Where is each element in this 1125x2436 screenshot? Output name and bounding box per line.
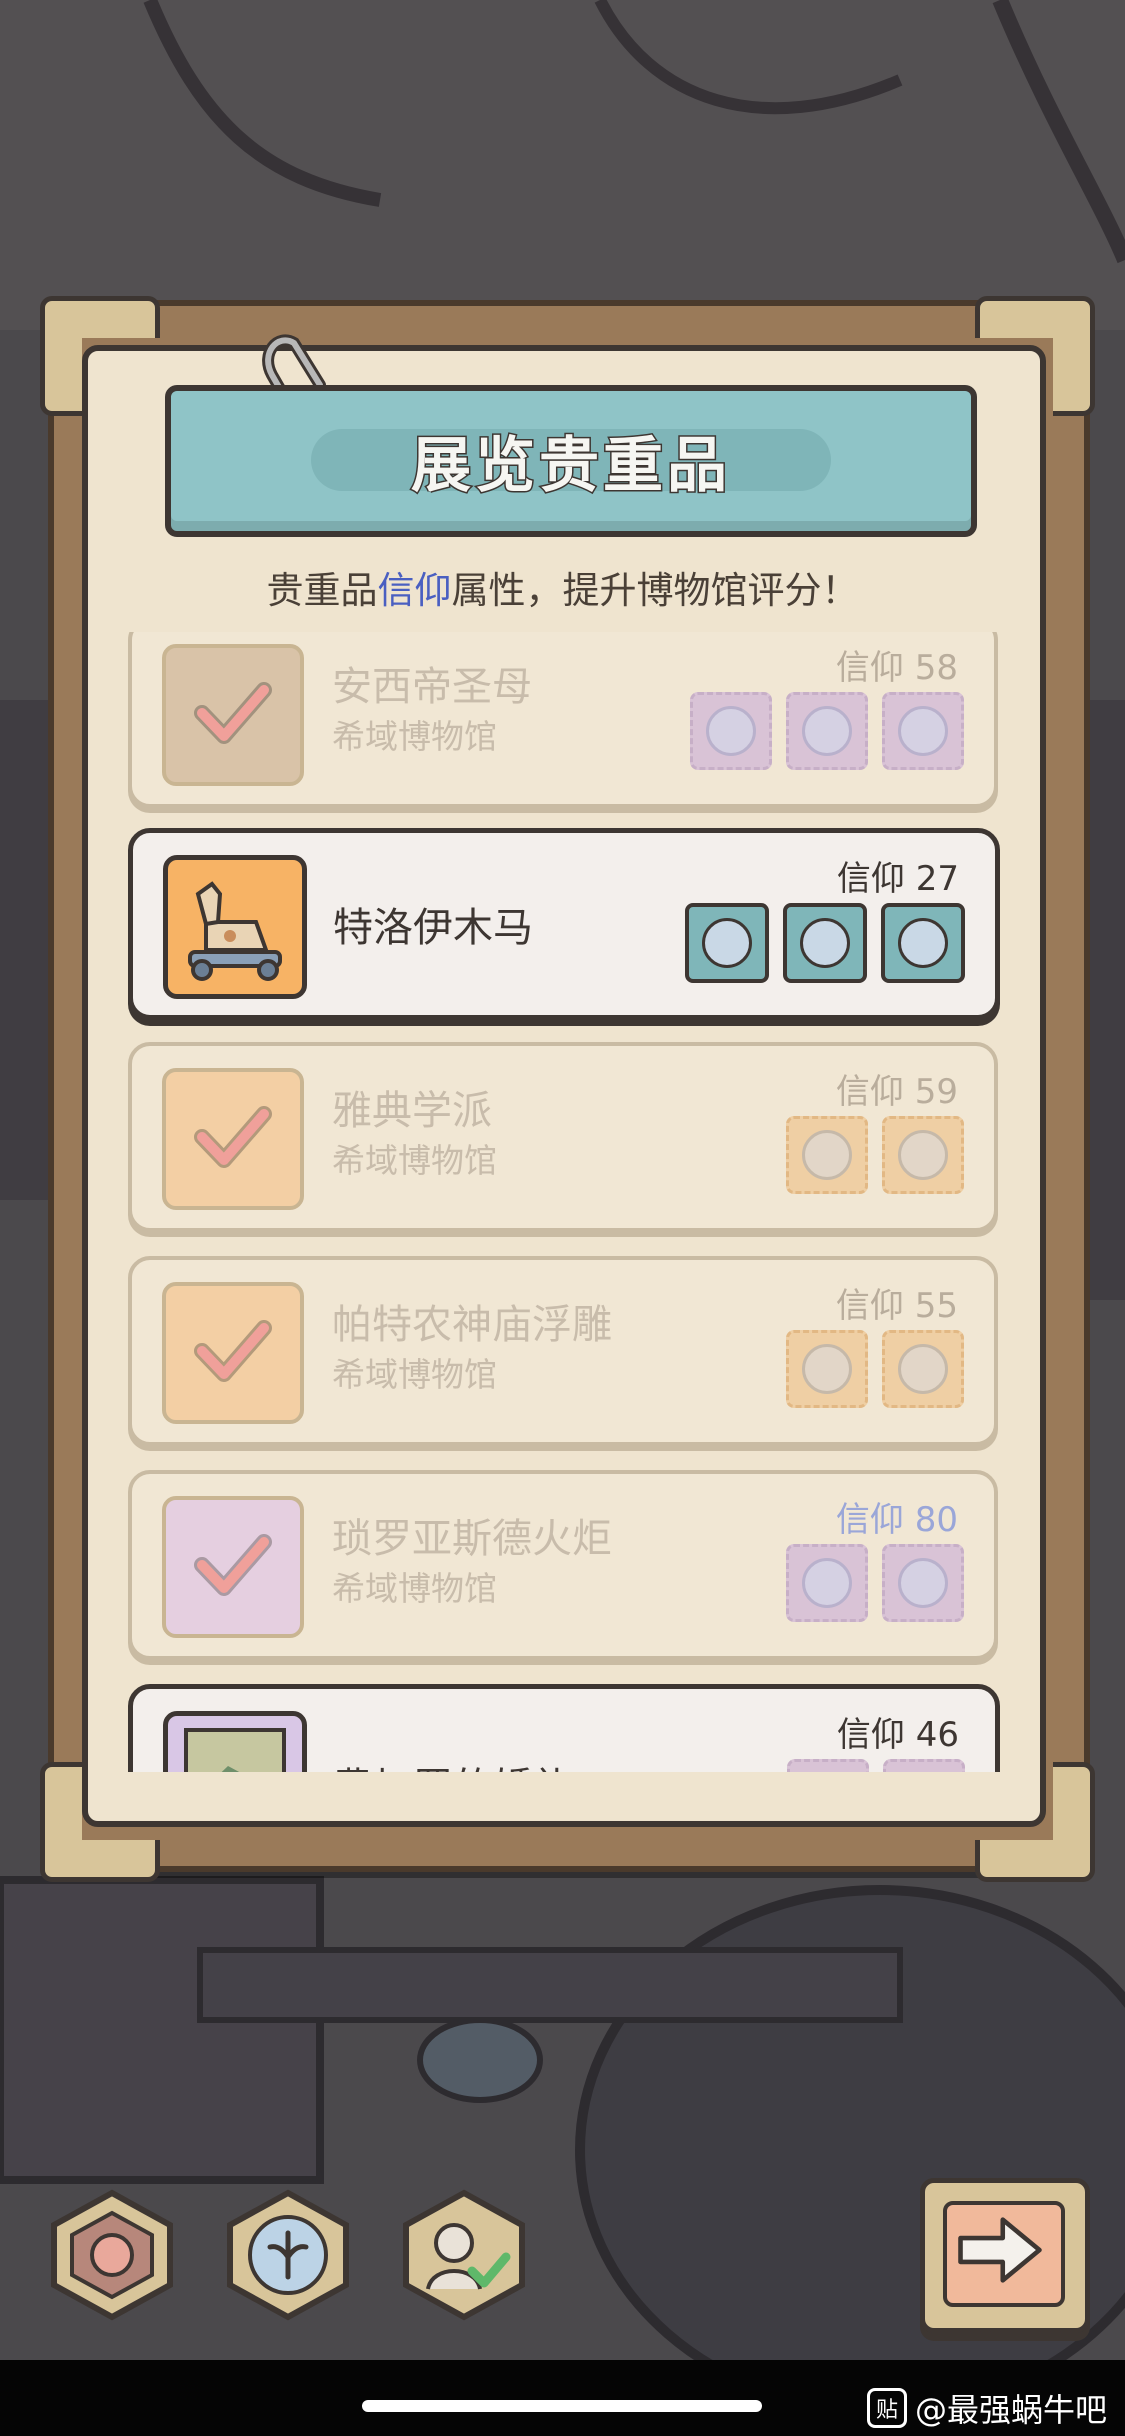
check-icon (194, 1106, 272, 1168)
faith-badge-icon (787, 1759, 869, 1772)
exhibit-name: 费加罗的婚礼 (333, 1755, 573, 1772)
subtitle-highlight: 信仰 (377, 569, 452, 612)
exhibit-name: 琐罗亚斯德火炬 (332, 1516, 612, 1562)
faith-badge-icon (883, 1759, 965, 1772)
exhibit-thumbnail (162, 644, 304, 786)
trojan-horse-icon (188, 881, 282, 981)
faith-badge-icon (786, 1544, 868, 1622)
exhibit-card[interactable]: 雅典学派 希域博物馆 信仰 59 (128, 1042, 998, 1232)
exhibit-card[interactable]: 费加罗的婚礼 信仰 46 (128, 1684, 1000, 1772)
faith-badge-icon (786, 1116, 868, 1194)
exhibit-name: 雅典学派 (332, 1088, 492, 1134)
title-banner: 展览贵重品 (165, 385, 977, 537)
exhibit-card[interactable]: 帕特农神庙浮雕 希域博物馆 信仰 55 (128, 1256, 998, 1446)
home-indicator[interactable] (362, 2400, 762, 2412)
exhibit-list[interactable]: 安西帝圣母 希域博物馆 信仰 58 特洛伊木马 信仰 27 雅典学派 希域博物馆… (118, 632, 1018, 1772)
exhibit-faith: 信仰 27 (836, 859, 959, 899)
exhibit-name: 安西帝圣母 (332, 664, 532, 710)
exhibit-thumbnail (163, 855, 307, 999)
exhibit-thumbnail (162, 1496, 304, 1638)
exhibit-thumbnail (163, 1711, 307, 1772)
next-button-face (943, 2201, 1065, 2307)
watermark-text: @最强蜗牛吧 (914, 2391, 1107, 2429)
check-icon (194, 1534, 272, 1596)
exhibit-museum: 希域博物馆 (332, 1569, 497, 1608)
faith-badges (786, 1330, 964, 1408)
exhibit-thumbnail (162, 1068, 304, 1210)
faith-badge-icon (786, 692, 868, 770)
curator-approve-icon[interactable] (394, 2185, 534, 2325)
exhibit-museum: 希域博物馆 (332, 717, 497, 756)
exhibit-card[interactable]: 安西帝圣母 希域博物馆 信仰 58 (128, 632, 998, 808)
faith-badges (786, 1544, 964, 1622)
check-icon (194, 1320, 272, 1382)
watermark: 贴 @最强蜗牛吧 (866, 2385, 1107, 2431)
exhibit-card[interactable]: 琐罗亚斯德火炬 希域博物馆 信仰 80 (128, 1470, 998, 1660)
faith-badges (690, 692, 964, 770)
check-icon (194, 682, 272, 744)
faith-badge-icon (690, 692, 772, 770)
exhibit-card-selected[interactable]: 特洛伊木马 信仰 27 (128, 828, 1000, 1020)
rose-emblem-icon[interactable] (42, 2185, 182, 2325)
faith-badge-icon (685, 903, 769, 983)
faith-badges (685, 903, 965, 983)
exhibit-faith: 信仰 80 (835, 1500, 958, 1540)
page-title: 展览贵重品 (410, 430, 731, 503)
faith-badges (787, 1759, 965, 1772)
faith-badge-icon (882, 1330, 964, 1408)
exhibit-faith: 信仰 55 (835, 1286, 958, 1326)
exhibit-name: 帕特农神庙浮雕 (332, 1302, 612, 1348)
faith-badge-icon (882, 1116, 964, 1194)
next-button[interactable] (920, 2178, 1090, 2333)
exhibit-thumbnail (162, 1282, 304, 1424)
subtitle-suffix: 属性，提升博物馆评分！ (451, 569, 859, 612)
exhibit-museum: 希域博物馆 (332, 1141, 497, 1180)
exhibit-name: 特洛伊木马 (333, 905, 533, 951)
faith-badge-icon (882, 692, 964, 770)
faith-badges (786, 1116, 964, 1194)
exhibit-faith: 信仰 59 (835, 1072, 958, 1112)
faith-emblem-icon[interactable] (218, 2185, 358, 2325)
tieba-logo-icon: 贴 (866, 2388, 907, 2428)
arrow-right-icon (958, 2217, 1042, 2283)
subtitle-prefix: 贵重品 (266, 569, 378, 612)
exhibit-faith: 信仰 46 (836, 1715, 959, 1755)
faith-badge-icon (882, 1544, 964, 1622)
painting-icon (184, 1728, 286, 1772)
subtitle: 贵重品信仰属性，提升博物馆评分！ (0, 560, 1125, 614)
exhibit-museum: 希域博物馆 (332, 1355, 497, 1394)
faith-badge-icon (783, 903, 867, 983)
faith-badge-icon (786, 1330, 868, 1408)
faith-badge-icon (881, 903, 965, 983)
exhibit-faith: 信仰 58 (835, 648, 958, 688)
